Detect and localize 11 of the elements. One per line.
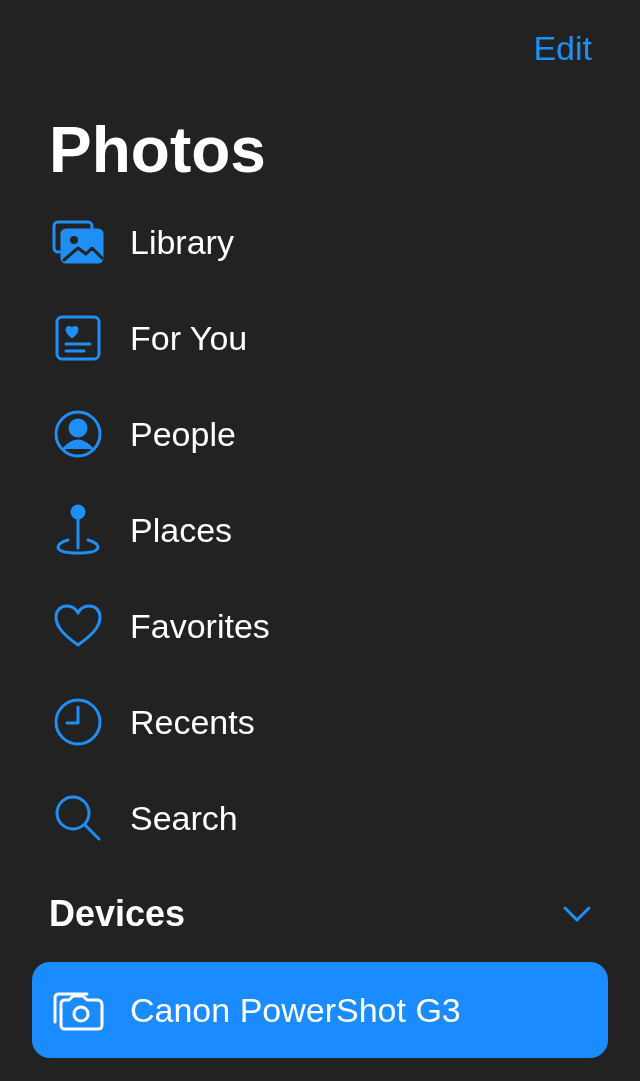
edit-button[interactable]: Edit <box>533 28 592 68</box>
sidebar-item[interactable]: Places <box>32 482 608 578</box>
section-header: Devices <box>49 893 186 935</box>
chevron-icon[interactable] <box>562 905 592 923</box>
sidebar-item[interactable]: Search <box>32 770 608 866</box>
sidebar-item[interactable]: Library <box>32 194 608 290</box>
sidebar-item[interactable]: Recents <box>32 674 608 770</box>
page-title: Photos <box>49 113 266 188</box>
sidebar-item[interactable]: For You <box>32 290 608 386</box>
sidebar-item[interactable]: People <box>32 386 608 482</box>
sidebar-item[interactable]: Favorites <box>32 578 608 674</box>
